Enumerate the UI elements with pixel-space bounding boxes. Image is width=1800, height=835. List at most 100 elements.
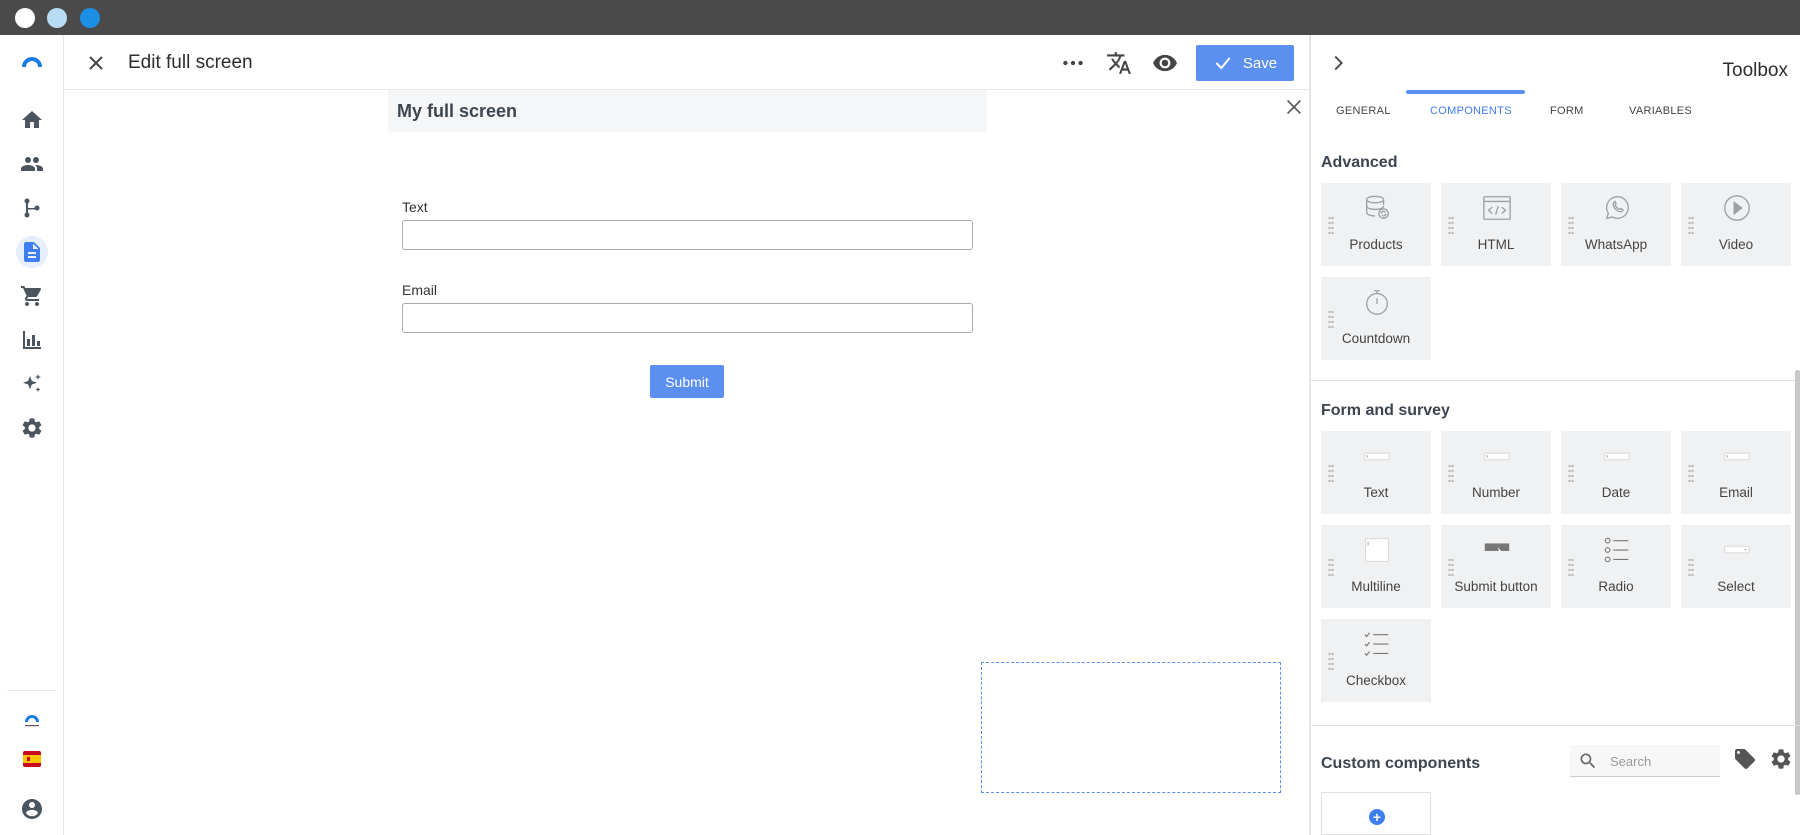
whatsapp-icon [1601,192,1633,224]
nav-bottom-group [7,690,56,830]
drag-handle-icon[interactable] [1568,558,1574,577]
drag-handle-icon[interactable] [1328,558,1334,577]
text-field-label: Text [402,199,428,215]
tile-label: Multiline [1351,579,1401,594]
toolbox-panel: Toolbox GENERAL COMPONENTS FORM VARIABLE… [1309,35,1800,835]
drag-handle-icon[interactable] [1688,216,1694,235]
toolbox-scrollbar[interactable] [1795,370,1800,795]
section-divider [1311,725,1800,726]
drag-handle-icon[interactable] [1568,216,1574,235]
app-logo-icon[interactable] [16,45,48,77]
home-icon[interactable] [16,104,48,136]
component-tile-number[interactable]: Number [1441,431,1551,514]
screen-title-bar[interactable]: My full screen [388,90,987,132]
component-tile-text[interactable]: Text [1321,431,1431,514]
tile-label: Submit button [1454,579,1538,594]
component-tile-video[interactable]: Video [1681,183,1791,266]
button-icon [1481,534,1513,566]
bar-chart-icon[interactable] [16,324,48,356]
submit-button[interactable]: Submit [650,365,724,398]
brand-logo-icon[interactable] [16,703,48,735]
component-tile-whatsapp[interactable]: WhatsApp [1561,183,1671,266]
drag-handle-icon[interactable] [1328,310,1334,329]
window-maximize-dot[interactable] [80,8,100,28]
drag-handle-icon[interactable] [1568,464,1574,483]
editor-canvas: My full screen Text Email Submit [64,90,1309,835]
add-custom-component-tile[interactable]: + [1321,792,1431,835]
gear-icon[interactable] [1769,747,1793,771]
drag-handle-icon[interactable] [1448,464,1454,483]
more-options-icon[interactable] [1060,50,1086,76]
text-field[interactable] [402,220,973,250]
component-tile-radio[interactable]: Radio [1561,525,1671,608]
drag-handle-icon[interactable] [1328,216,1334,235]
drag-handle-icon[interactable] [1688,558,1694,577]
tile-label: Products [1349,237,1403,252]
sparkles-icon[interactable] [16,368,48,400]
database-sync-icon [1361,192,1393,224]
tile-label: WhatsApp [1584,237,1648,252]
tile-label: Number [1471,485,1520,500]
people-icon[interactable] [16,148,48,180]
tab-general[interactable]: GENERAL [1336,105,1391,117]
mini-preview-frame[interactable] [981,662,1281,793]
save-button[interactable]: Save [1196,45,1294,81]
section-title-advanced: Advanced [1321,154,1398,171]
preview-eye-icon[interactable] [1152,50,1178,76]
email-field[interactable] [402,303,973,333]
close-icon[interactable] [84,51,108,75]
tile-label: Email [1719,485,1753,500]
component-tile-submit-button[interactable]: Submit button [1441,525,1551,608]
stopwatch-icon [1361,286,1393,318]
drag-handle-icon[interactable] [1328,464,1334,483]
drag-handle-icon[interactable] [1448,558,1454,577]
tab-components[interactable]: COMPONENTS [1430,105,1512,117]
tile-label: Countdown [1341,331,1411,346]
component-tile-checkbox[interactable]: Checkbox [1321,619,1431,702]
drag-handle-icon[interactable] [1688,464,1694,483]
email-input-icon [1721,440,1753,472]
account-icon[interactable] [16,793,48,825]
translate-icon[interactable] [1106,50,1132,76]
tile-label: Date [1601,485,1631,500]
section-title-form: Form and survey [1321,402,1450,419]
tab-variables[interactable]: VARIABLES [1629,105,1692,117]
chevron-right-icon[interactable] [1327,52,1349,74]
cart-icon[interactable] [16,280,48,312]
window-close-dot[interactable] [15,8,35,28]
date-input-icon [1601,440,1633,472]
component-tile-date[interactable]: Date [1561,431,1671,514]
window-minimize-dot[interactable] [47,8,67,28]
editor-header: Edit full screen Save [64,35,1309,90]
number-input-icon [1481,440,1513,472]
text-input-icon [1361,440,1393,472]
document-icon[interactable] [16,236,48,268]
component-tile-select[interactable]: Select [1681,525,1791,608]
tab-form[interactable]: FORM [1550,105,1584,117]
checklist-icon [1361,628,1393,660]
drag-handle-icon[interactable] [1448,216,1454,235]
component-tile-email[interactable]: Email [1681,431,1791,514]
page-title: Edit full screen [128,52,253,73]
tag-icon[interactable] [1733,747,1757,771]
tile-label: Text [1363,485,1389,500]
component-tile-multiline[interactable]: Multiline [1321,525,1431,608]
save-button-label: Save [1242,54,1278,72]
tile-label: Select [1717,579,1755,594]
active-tab-indicator [1406,90,1525,94]
toolbox-title: Toolbox [1722,60,1789,81]
flow-icon[interactable] [16,192,48,224]
code-window-icon [1481,192,1513,224]
screen-close-icon[interactable] [1283,96,1305,118]
component-tile-products[interactable]: Products [1321,183,1431,266]
spain-flag-icon[interactable] [16,743,48,775]
multiline-input-icon [1361,534,1393,566]
search-icon [1580,753,1596,769]
search-input[interactable] [1610,751,1710,771]
component-search [1570,745,1720,777]
add-circle-icon: + [1369,809,1385,825]
component-tile-countdown[interactable]: Countdown [1321,277,1431,360]
gear-icon[interactable] [16,412,48,444]
drag-handle-icon[interactable] [1328,652,1334,671]
component-tile-html[interactable]: HTML [1441,183,1551,266]
